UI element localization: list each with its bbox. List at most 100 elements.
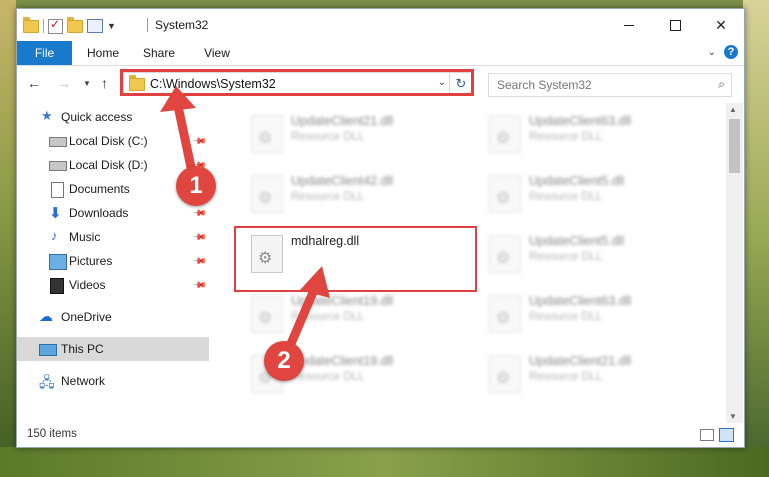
status-bar: 150 items <box>17 423 744 447</box>
large-icons-view-icon[interactable] <box>719 428 734 442</box>
desktop-background-left <box>0 0 16 477</box>
pin-icon: 📌 <box>192 277 208 293</box>
sidebar-item-label: Local Disk (D:) <box>69 158 148 172</box>
sidebar-item-label: Music <box>69 230 101 244</box>
new-folder-icon[interactable] <box>67 16 83 33</box>
customize-toolbar-chevron-down-icon[interactable]: ▼ <box>107 21 116 31</box>
file-name: UpdateClient21.dll <box>291 114 394 128</box>
tab-file[interactable]: File <box>17 41 72 65</box>
forward-arrow-icon[interactable]: → <box>57 75 71 91</box>
list-item[interactable]: UpdateClient63.dll Resource DLL <box>483 285 693 335</box>
desktop-background-bottom <box>0 447 769 477</box>
dll-file-icon <box>489 175 521 213</box>
drive-icon <box>49 161 67 171</box>
sidebar-item-label: Documents <box>69 182 130 196</box>
file-type: Resource DLL <box>529 371 603 383</box>
computer-icon <box>39 344 57 356</box>
scroll-up-icon[interactable]: ▲ <box>729 105 737 114</box>
list-item[interactable]: UpdateClient21.dll Resource DLL <box>245 105 455 155</box>
sidebar-item-pictures[interactable]: Pictures 📌 <box>17 249 209 273</box>
file-name: UpdateClient42.dll <box>291 174 394 188</box>
sidebar-item-label: Quick access <box>61 110 133 124</box>
title-bar: ▼ System32 ✕ <box>17 9 744 41</box>
close-button[interactable]: ✕ <box>698 9 744 41</box>
sidebar-item-this-pc[interactable]: This PC <box>17 337 209 361</box>
file-name: UpdateClient5.dll <box>529 234 625 248</box>
file-type: Resource DLL <box>291 311 365 323</box>
help-icon[interactable]: ? <box>724 45 738 59</box>
minimize-icon <box>624 24 634 26</box>
maximize-button[interactable] <box>652 9 698 41</box>
file-name: UpdateClient63.dll <box>529 114 632 128</box>
ribbon-tabs: File Home Share View ⌄ ? <box>17 41 744 66</box>
dll-file-icon <box>251 175 283 213</box>
sidebar-item-downloads[interactable]: ⬇ Downloads 📌 <box>17 201 209 225</box>
folder-icon[interactable] <box>23 16 39 33</box>
title-separator <box>147 18 148 32</box>
mdhalreg-file-highlight <box>234 226 477 292</box>
properties-icon[interactable] <box>87 19 103 33</box>
up-arrow-icon[interactable]: ↑ <box>101 75 108 91</box>
sidebar-item-onedrive[interactable]: ☁ OneDrive <box>17 305 209 329</box>
desktop-background-right <box>743 0 769 477</box>
pin-icon: 📌 <box>192 229 208 245</box>
sidebar-item-local-disk-c[interactable]: Local Disk (C:) 📌 <box>17 129 209 153</box>
step-1-badge: 1 <box>176 166 216 206</box>
music-icon: ♪ <box>51 228 58 243</box>
list-item[interactable]: UpdateClient19.dll Resource DLL <box>245 285 455 335</box>
list-item[interactable]: UpdateClient42.dll Resource DLL <box>245 165 455 215</box>
sidebar-item-network[interactable]: 🖧 Network <box>17 369 209 393</box>
file-name: UpdateClient63.dll <box>529 294 632 308</box>
maximize-icon <box>669 19 681 31</box>
document-icon <box>51 182 64 198</box>
tab-share[interactable]: Share <box>139 41 179 65</box>
sidebar-item-label: Local Disk (C:) <box>69 134 148 148</box>
list-item[interactable]: UpdateClient5.dll Resource DLL <box>483 165 693 215</box>
expand-ribbon-chevron-down-icon[interactable]: ⌄ <box>708 47 716 58</box>
tab-view[interactable]: View <box>197 41 237 65</box>
dll-file-icon <box>489 115 521 153</box>
ribbon-right-controls: ⌄ ? <box>708 45 738 59</box>
back-arrow-icon[interactable]: ← <box>27 75 41 91</box>
scroll-thumb[interactable] <box>729 119 740 173</box>
list-item[interactable]: UpdateClient5.dll Resource DLL <box>483 225 693 275</box>
pin-icon: 📌 <box>192 253 208 269</box>
search-input[interactable]: Search System32 ⌕ <box>488 73 732 97</box>
sidebar-item-videos[interactable]: Videos 📌 <box>17 273 209 297</box>
sidebar-item-music[interactable]: ♪ Music 📌 <box>17 225 209 249</box>
file-name: UpdateClient19.dll <box>291 294 394 308</box>
list-item[interactable]: UpdateClient63.dll Resource DLL <box>483 105 693 155</box>
file-type: Resource DLL <box>291 131 365 143</box>
drive-icon <box>49 137 67 147</box>
search-icon: ⌕ <box>718 77 725 91</box>
list-item[interactable]: UpdateClient21.dll Resource DLL <box>483 345 693 395</box>
file-name: UpdateClient19.dll <box>291 354 394 368</box>
file-type: Resource DLL <box>291 371 365 383</box>
sidebar-item-quick-access[interactable]: ★ Quick access <box>17 105 209 129</box>
tab-home[interactable]: Home <box>83 41 123 65</box>
file-type: Resource DLL <box>291 191 365 203</box>
sidebar-item-label: Downloads <box>69 206 129 220</box>
details-view-icon[interactable] <box>700 429 714 441</box>
search-placeholder: Search System32 <box>497 78 592 92</box>
download-icon: ⬇ <box>49 205 62 222</box>
sidebar-item-label: Pictures <box>69 254 113 268</box>
sidebar-item-label: OneDrive <box>61 310 112 324</box>
recent-locations-chevron-down-icon[interactable]: ▼ <box>83 79 91 88</box>
pin-icon: 📌 <box>192 133 208 149</box>
item-count: 150 items <box>27 428 77 440</box>
pin-icon: 📌 <box>192 205 208 221</box>
file-type: Resource DLL <box>529 131 603 143</box>
window-title: System32 <box>155 18 209 32</box>
properties-check-icon[interactable] <box>48 17 63 34</box>
videos-icon <box>50 278 64 294</box>
file-name: UpdateClient5.dll <box>529 174 625 188</box>
minimize-button[interactable] <box>606 9 652 41</box>
address-bar-highlight <box>120 69 474 96</box>
network-icon: 🖧 <box>39 374 55 390</box>
file-type: Resource DLL <box>529 251 603 263</box>
vertical-scrollbar[interactable]: ▲ ▼ <box>726 103 743 423</box>
dll-file-icon <box>489 235 521 273</box>
scroll-down-icon[interactable]: ▼ <box>729 412 737 421</box>
dll-file-icon <box>251 115 283 153</box>
